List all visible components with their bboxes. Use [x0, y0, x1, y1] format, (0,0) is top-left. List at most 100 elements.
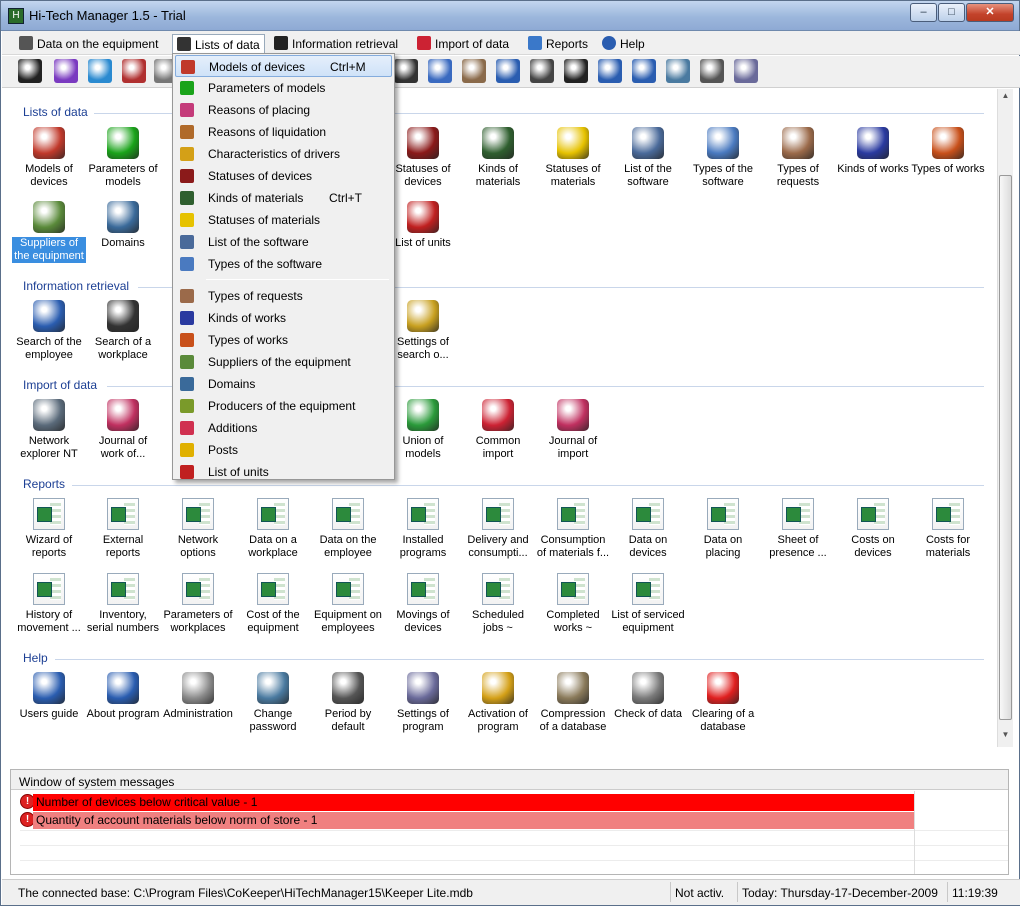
shortcut-item[interactable]: Domains: [86, 201, 160, 250]
shortcut-item[interactable]: List of serviced equipment: [611, 573, 685, 635]
vertical-scrollbar[interactable]: ▲ ▼: [997, 89, 1013, 747]
shortcut-item[interactable]: List of the software: [611, 127, 685, 189]
shortcut-item[interactable]: Inventory, serial numbers: [86, 573, 160, 635]
shortcut-item[interactable]: Clearing of a database: [686, 672, 760, 734]
shortcut-item[interactable]: Activation of program: [461, 672, 535, 734]
menu-item-characteristics-of-drivers[interactable]: Characteristics of drivers: [175, 143, 392, 165]
menu-lists-of-data[interactable]: Lists of data: [172, 34, 265, 53]
message-row[interactable]: Quantity of account materials below norm…: [33, 812, 914, 829]
shortcut-item[interactable]: Delivery and consumpti...: [461, 498, 535, 560]
menu-item-producers-of-the-equipment[interactable]: Producers of the equipment: [175, 395, 392, 417]
window-icon[interactable]: [394, 59, 418, 83]
shortcut-item[interactable]: Data on placing: [686, 498, 760, 560]
shortcut-item[interactable]: Administration: [161, 672, 235, 721]
fire-extinguisher-icon[interactable]: [122, 59, 146, 83]
message-row[interactable]: Number of devices below critical value -…: [33, 794, 914, 811]
shortcut-item[interactable]: Statuses of devices: [386, 127, 460, 189]
camera-icon[interactable]: [462, 59, 486, 83]
menu-item-statuses-of-devices[interactable]: Statuses of devices: [175, 165, 392, 187]
shortcut-item[interactable]: Compression of a database: [536, 672, 610, 734]
shortcut-item[interactable]: Equipment on employees: [311, 573, 385, 635]
close-icon[interactable]: ✕: [966, 3, 1014, 22]
shortcut-item[interactable]: Union of models: [386, 399, 460, 461]
scroll-thumb[interactable]: [999, 175, 1012, 720]
cube-blue-icon[interactable]: [88, 59, 112, 83]
shortcut-item[interactable]: Types of the software: [686, 127, 760, 189]
menu-item-parameters-of-models[interactable]: Parameters of models: [175, 77, 392, 99]
shortcut-item[interactable]: Data on the employee: [311, 498, 385, 560]
menu-item-statuses-of-materials[interactable]: Statuses of materials: [175, 209, 392, 231]
cube-purple-icon[interactable]: [54, 59, 78, 83]
shortcut-item[interactable]: Journal of import: [536, 399, 610, 461]
shortcut-item[interactable]: Movings of devices: [386, 573, 460, 635]
shortcut-item[interactable]: About program: [86, 672, 160, 721]
shortcut-item[interactable]: Types of works: [911, 127, 985, 176]
minimize-icon[interactable]: –: [910, 3, 937, 22]
password-icon[interactable]: [666, 59, 690, 83]
menu-help[interactable]: Help: [598, 34, 649, 53]
globe-icon[interactable]: [428, 59, 452, 83]
shortcut-item[interactable]: Journal of work of...: [86, 399, 160, 461]
shortcut-item[interactable]: Sheet of presence ...: [761, 498, 835, 560]
help-icon[interactable]: [598, 59, 622, 83]
menu-item-reasons-of-placing[interactable]: Reasons of placing: [175, 99, 392, 121]
menu-item-suppliers-of-the-equipment[interactable]: Suppliers of the equipment: [175, 351, 392, 373]
shortcut-item[interactable]: Search of the employee: [12, 300, 86, 362]
menu-import-of-data[interactable]: Import of data: [413, 34, 513, 53]
shortcut-item[interactable]: External reports: [86, 498, 160, 560]
scroll-down-icon[interactable]: ▼: [1000, 730, 1011, 744]
shortcut-item[interactable]: Search of a workplace: [86, 300, 160, 362]
menu-information-retrieval[interactable]: Information retrieval: [270, 34, 402, 53]
menu-reports[interactable]: Reports: [524, 34, 592, 53]
menu-data-on-equipment[interactable]: Data on the equipment: [15, 34, 162, 53]
shortcut-item[interactable]: Check of data: [611, 672, 685, 721]
workplace-icon[interactable]: [530, 59, 554, 83]
info-icon[interactable]: [632, 59, 656, 83]
shortcut-item[interactable]: Suppliers of the equipment: [12, 201, 86, 263]
shortcut-item[interactable]: List of units: [386, 201, 460, 250]
binoculars-icon[interactable]: [564, 59, 588, 83]
shortcut-item[interactable]: Installed programs: [386, 498, 460, 560]
shortcut-item[interactable]: Change password: [236, 672, 310, 734]
shortcut-item[interactable]: Consumption of materials f...: [536, 498, 610, 560]
shortcut-item[interactable]: Costs for materials: [911, 498, 985, 560]
shortcut-item[interactable]: Period by default: [311, 672, 385, 734]
shortcut-item[interactable]: Kinds of materials: [461, 127, 535, 189]
menu-item-types-of-works[interactable]: Types of works: [175, 329, 392, 351]
shortcut-item[interactable]: History of movement ...: [12, 573, 86, 635]
shortcut-item[interactable]: Models of devices: [12, 127, 86, 189]
shortcut-item[interactable]: Wizard of reports: [12, 498, 86, 560]
shortcut-item[interactable]: Costs on devices: [836, 498, 910, 560]
shortcut-item[interactable]: Types of requests: [761, 127, 835, 189]
shortcut-item[interactable]: Common import: [461, 399, 535, 461]
menu-item-domains[interactable]: Domains: [175, 373, 392, 395]
menu-item-kinds-of-works[interactable]: Kinds of works: [175, 307, 392, 329]
maximize-icon[interactable]: □: [938, 3, 965, 22]
shortcut-item[interactable]: Data on a workplace: [236, 498, 310, 560]
menu-item-posts[interactable]: Posts: [175, 439, 392, 461]
menu-item-types-of-the-software[interactable]: Types of the software: [175, 253, 392, 275]
shortcut-item[interactable]: Kinds of works: [836, 127, 910, 176]
shortcut-item[interactable]: Network explorer NT: [12, 399, 86, 461]
shortcut-item[interactable]: Scheduled jobs ~: [461, 573, 535, 635]
shortcut-item[interactable]: Completed works ~: [536, 573, 610, 635]
employee-icon[interactable]: [496, 59, 520, 83]
menu-item-reasons-of-liquidation[interactable]: Reasons of liquidation: [175, 121, 392, 143]
menu-item-list-of-units[interactable]: List of units: [175, 461, 392, 483]
menu-item-list-of-the-software[interactable]: List of the software: [175, 231, 392, 253]
menu-item-kinds-of-materials[interactable]: Kinds of materials Ctrl+T: [175, 187, 392, 209]
shortcut-item[interactable]: Settings of program: [386, 672, 460, 734]
shortcut-item[interactable]: Users guide: [12, 672, 86, 721]
shortcut-item[interactable]: Parameters of models: [86, 127, 160, 189]
scroll-up-icon[interactable]: ▲: [1000, 91, 1011, 105]
menu-item-models-of-devices[interactable]: Models of devices Ctrl+M: [175, 55, 392, 77]
settings-icon[interactable]: [734, 59, 758, 83]
shortcut-item[interactable]: Parameters of workplaces: [161, 573, 235, 635]
shortcut-item[interactable]: Statuses of materials: [536, 127, 610, 189]
shortcut-item[interactable]: Cost of the equipment: [236, 573, 310, 635]
tree-icon[interactable]: [18, 59, 42, 83]
title-bar[interactable]: H Hi-Tech Manager 1.5 - Trial – □ ✕: [1, 1, 1019, 31]
menu-item-types-of-requests[interactable]: Types of requests: [175, 285, 392, 307]
period-icon[interactable]: [700, 59, 724, 83]
shortcut-item[interactable]: Settings of search o...: [386, 300, 460, 362]
